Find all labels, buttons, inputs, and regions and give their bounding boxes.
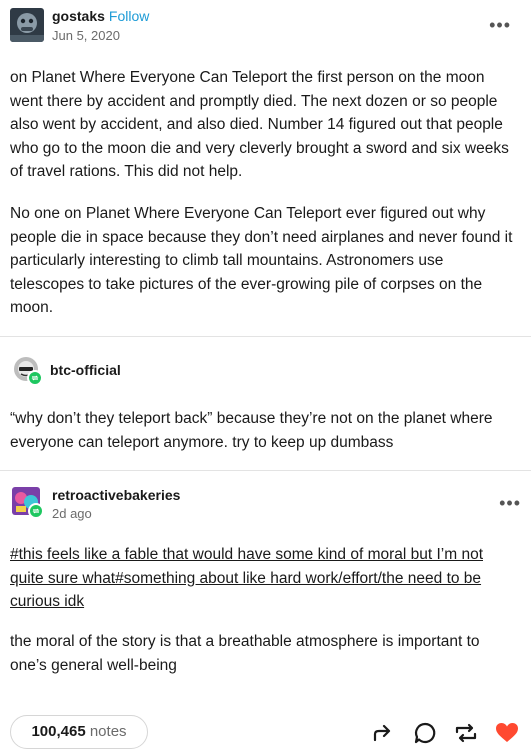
ellipsis-icon[interactable]: ••• [489,16,511,34]
post-date[interactable]: Jun 5, 2020 [52,28,120,43]
reblog-icon[interactable] [453,720,479,746]
post-paragraph-1: on Planet Where Everyone Can Teleport th… [10,69,509,180]
reply-icon[interactable] [412,720,438,746]
reblogger-name[interactable]: retroactivebakeries [52,487,180,503]
divider [0,470,531,471]
share-icon[interactable] [370,720,396,746]
reblog-text: “why don’t they teleport back” because t… [10,410,493,451]
author-name[interactable]: gostaks [52,8,105,24]
post-header: gostaks Follow Jun 5, 2020 ••• [10,8,521,48]
notes-button[interactable]: 100,465 notes [10,715,148,749]
ellipsis-icon[interactable]: ••• [499,494,521,512]
author-avatar[interactable] [10,8,44,42]
tag-list[interactable]: #this feels like a fable that would have… [10,543,520,614]
like-icon[interactable] [494,720,520,746]
reblog-badge-icon [27,370,43,386]
reblog-date[interactable]: 2d ago [52,506,92,521]
divider [0,336,531,337]
follow-button[interactable]: Follow [109,8,149,24]
reblog-text: the moral of the story is that a breatha… [10,633,480,674]
notes-label: notes [89,723,127,740]
notes-count: 100,465 [31,723,86,740]
reblogger-avatar[interactable] [12,487,44,519]
reblogger-name[interactable]: btc-official [50,362,121,378]
author-line: gostaks Follow [52,8,149,24]
reblog-badge-icon [28,503,44,519]
post-paragraph-2: No one on Planet Where Everyone Can Tele… [10,205,513,316]
reblogger-avatar[interactable] [14,357,43,386]
